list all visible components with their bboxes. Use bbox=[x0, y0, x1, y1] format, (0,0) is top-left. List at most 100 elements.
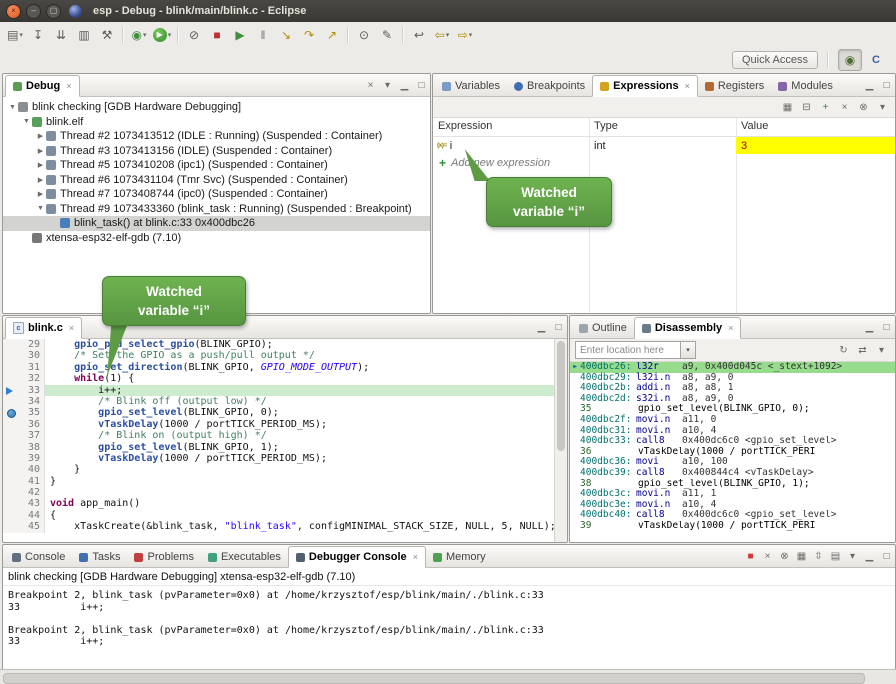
code-line[interactable]: 29 gpio_pad_select_gpio(BLINK_GPIO); bbox=[3, 339, 567, 350]
tab-expressions[interactable]: Expressions× bbox=[592, 75, 698, 97]
sync-icon[interactable]: ⇄ bbox=[854, 342, 871, 359]
search-icon[interactable]: ⊙ bbox=[353, 24, 375, 45]
column-header-type[interactable]: Type bbox=[589, 118, 736, 136]
location-input[interactable]: Enter location here bbox=[576, 345, 680, 356]
maximize-icon[interactable]: □ bbox=[550, 319, 567, 336]
annotation-margin[interactable] bbox=[3, 419, 18, 430]
code-line[interactable]: 42 bbox=[3, 487, 567, 498]
resume-icon[interactable]: ▶ bbox=[229, 24, 251, 45]
layout-icon[interactable]: ▦ bbox=[779, 99, 796, 116]
maximize-button[interactable]: ▢ bbox=[46, 4, 61, 19]
code-line[interactable]: 32 while(1) { bbox=[3, 373, 567, 384]
stop-icon[interactable]: ■ bbox=[206, 24, 228, 45]
annotation-margin[interactable] bbox=[3, 396, 18, 407]
close-icon[interactable]: × bbox=[69, 323, 74, 333]
minimize-icon[interactable]: ▁ bbox=[533, 319, 550, 336]
expression-row[interactable]: (x)=iint3 bbox=[433, 137, 895, 154]
tab-debugger-console[interactable]: Debugger Console× bbox=[288, 546, 426, 568]
last-edit-location-icon[interactable]: ↩ bbox=[408, 24, 430, 45]
tab-breakpoints[interactable]: Breakpoints bbox=[507, 76, 592, 96]
code-line[interactable]: 39 vTaskDelay(1000 / portTICK_PERIOD_MS)… bbox=[3, 453, 567, 464]
run-icon[interactable]: ▶▾ bbox=[151, 24, 173, 45]
tree-item[interactable]: ▼Thread #9 1073433360 (blink_task : Runn… bbox=[3, 202, 430, 217]
annotation-margin[interactable] bbox=[3, 487, 18, 498]
tab-debug[interactable]: Debug× bbox=[5, 75, 80, 97]
open-console-icon[interactable]: ▤ bbox=[827, 548, 844, 565]
annotation-margin[interactable] bbox=[3, 350, 18, 361]
expander-icon[interactable]: ▶ bbox=[35, 161, 46, 169]
disassembly-line[interactable]: ▶400dbc26:l32ra9, 0x400d045c <_stext+109… bbox=[570, 362, 895, 373]
tab-variables[interactable]: Variables bbox=[435, 76, 507, 96]
disassembly-body[interactable]: ▶400dbc26:l32ra9, 0x400d045c <_stext+109… bbox=[570, 362, 895, 542]
annotation-margin[interactable] bbox=[3, 442, 18, 453]
tab-outline[interactable]: Outline bbox=[572, 318, 634, 338]
disassembly-line[interactable]: 400dbc2d:s32i.na8, a9, 0 bbox=[570, 394, 895, 405]
tab-memory[interactable]: Memory bbox=[426, 547, 493, 567]
minimize-icon[interactable]: ▁ bbox=[861, 548, 878, 565]
step-return-icon[interactable]: ↗ bbox=[321, 24, 343, 45]
disassembly-line[interactable]: 400dbc2f:movi.na11, 0 bbox=[570, 415, 895, 426]
annotation-margin[interactable] bbox=[3, 339, 18, 350]
collapse-all-icon[interactable]: ⊟ bbox=[798, 99, 815, 116]
skip-breakpoints-icon[interactable]: ⊘ bbox=[183, 24, 205, 45]
maximize-icon[interactable]: □ bbox=[878, 319, 895, 336]
close-button[interactable]: × bbox=[6, 4, 21, 19]
maximize-icon[interactable]: □ bbox=[878, 548, 895, 565]
annotation-margin[interactable] bbox=[3, 362, 18, 373]
close-icon[interactable]: × bbox=[66, 81, 71, 91]
save-all-icon[interactable]: ⇊ bbox=[50, 24, 72, 45]
location-combo[interactable]: Enter location here ▾ bbox=[575, 341, 696, 359]
tab-modules[interactable]: Modules bbox=[771, 76, 840, 96]
suspend-icon[interactable]: ‖ bbox=[252, 24, 274, 45]
tab-problems[interactable]: Problems bbox=[127, 547, 200, 567]
column-header-value[interactable]: Value bbox=[736, 118, 895, 136]
back-icon[interactable]: ⇦▾ bbox=[431, 24, 453, 45]
minimize-button[interactable]: – bbox=[26, 4, 41, 19]
refresh-icon[interactable]: ↻ bbox=[835, 342, 852, 359]
debug-icon[interactable]: ◉▾ bbox=[128, 24, 150, 45]
minimize-icon[interactable]: ▁ bbox=[396, 77, 413, 94]
code-line[interactable]: 38 gpio_set_level(BLINK_GPIO, 1); bbox=[3, 442, 567, 453]
close-icon[interactable]: × bbox=[728, 323, 733, 333]
clear-console-icon[interactable]: ▦ bbox=[793, 548, 810, 565]
disassembly-line[interactable]: 39vTaskDelay(1000 / portTICK_PERI bbox=[570, 521, 895, 532]
editor-body[interactable]: 29 gpio_pad_select_gpio(BLINK_GPIO);30 /… bbox=[3, 339, 567, 542]
expander-icon[interactable]: ▶ bbox=[35, 147, 46, 155]
code-line[interactable]: 37 /* Blink on (output high) */ bbox=[3, 430, 567, 441]
disassembly-line[interactable]: 400dbc39:call80x400844c4 <vTaskDelay> bbox=[570, 468, 895, 479]
remove-launch-icon[interactable]: × bbox=[759, 548, 776, 565]
tab-registers[interactable]: Registers bbox=[698, 76, 771, 96]
maximize-icon[interactable]: □ bbox=[878, 77, 895, 94]
expander-icon[interactable]: ▶ bbox=[35, 190, 46, 198]
tree-item[interactable]: ▶Thread #7 1073408744 (ipc0) (Suspended … bbox=[3, 187, 430, 202]
code-line[interactable]: 41} bbox=[3, 476, 567, 487]
bottom-scrollbar[interactable] bbox=[0, 669, 896, 684]
annotation-margin[interactable] bbox=[3, 510, 18, 521]
minimize-icon[interactable]: ▁ bbox=[861, 319, 878, 336]
maximize-icon[interactable]: □ bbox=[413, 77, 430, 94]
disassembly-line[interactable]: 400dbc40:call80x400dc6c0 <gpio_set_level… bbox=[570, 510, 895, 521]
expander-icon[interactable]: ▼ bbox=[35, 205, 46, 212]
step-into-icon[interactable]: ↘ bbox=[275, 24, 297, 45]
code-line[interactable]: 30 /* Set the GPIO as a push/pull output… bbox=[3, 350, 567, 361]
tree-item[interactable]: ▼blink checking [GDB Hardware Debugging] bbox=[3, 100, 430, 115]
save-icon[interactable]: ↧ bbox=[27, 24, 49, 45]
remove-expression-icon[interactable]: × bbox=[836, 99, 853, 116]
tree-item[interactable]: xtensa-esp32-elf-gdb (7.10) bbox=[3, 231, 430, 246]
tab-console[interactable]: Console bbox=[5, 547, 72, 567]
terminate-icon[interactable]: ■ bbox=[742, 548, 759, 565]
annotation-margin[interactable] bbox=[3, 476, 18, 487]
close-icon[interactable]: × bbox=[413, 552, 418, 562]
tab-disassembly[interactable]: Disassembly× bbox=[634, 317, 742, 339]
scrollbar-thumb[interactable] bbox=[557, 341, 565, 451]
tree-item[interactable]: ▶Thread #5 1073410208 (ipc1) (Suspended … bbox=[3, 158, 430, 173]
expander-icon[interactable]: ▶ bbox=[35, 176, 46, 184]
tab-executables[interactable]: Executables bbox=[201, 547, 288, 567]
annotation-margin[interactable] bbox=[3, 373, 18, 384]
annotation-margin[interactable] bbox=[3, 430, 18, 441]
debug-perspective-button[interactable]: ◉ bbox=[838, 49, 862, 71]
code-line[interactable]: 35 gpio_set_level(BLINK_GPIO, 0); bbox=[3, 407, 567, 418]
chevron-down-icon[interactable]: ▾ bbox=[680, 342, 695, 358]
add-expression-row[interactable]: +Add new expression bbox=[433, 154, 895, 171]
new-wizard-icon[interactable]: ▤▾ bbox=[4, 24, 26, 45]
